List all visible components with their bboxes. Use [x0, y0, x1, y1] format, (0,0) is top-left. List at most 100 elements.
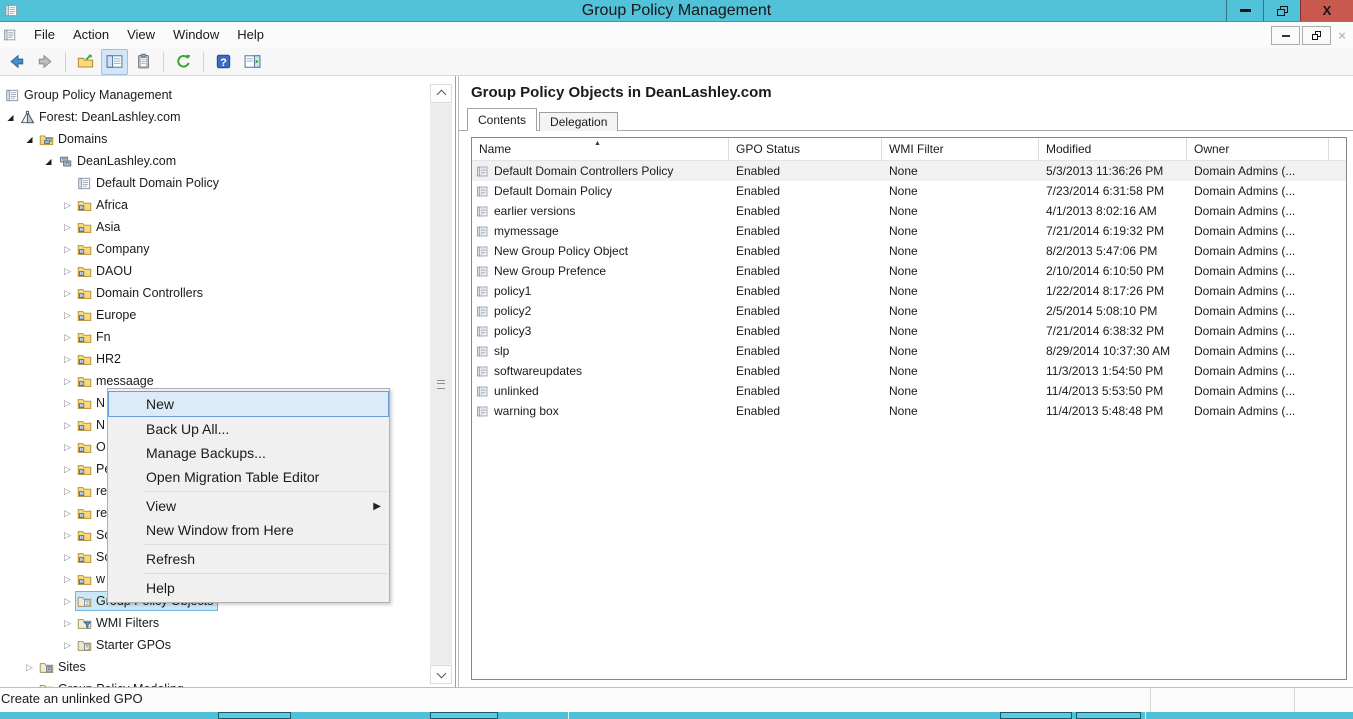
context-menu-item-new-window-from-here[interactable]: New Window from Here: [108, 518, 389, 542]
minimize-button[interactable]: [1226, 0, 1263, 21]
table-row[interactable]: warning boxEnabledNone11/4/2013 5:48:48 …: [472, 401, 1346, 421]
modified-cell: 11/3/2013 1:54:50 PM: [1039, 361, 1187, 381]
expander-collapsed-icon[interactable]: ▷: [60, 354, 75, 365]
expander-expanded-icon[interactable]: ◢: [22, 135, 37, 144]
expander-collapsed-icon[interactable]: ▷: [60, 464, 75, 475]
expander-collapsed-icon[interactable]: ▷: [60, 420, 75, 431]
taskbar-segment[interactable]: [430, 712, 498, 719]
expander-collapsed-icon[interactable]: ▷: [60, 618, 75, 629]
table-row[interactable]: policy1EnabledNone1/22/2014 8:17:26 PMDo…: [472, 281, 1346, 301]
child-close-button[interactable]: ×: [1333, 28, 1351, 43]
menu-action[interactable]: Action: [64, 23, 118, 47]
expander-collapsed-icon[interactable]: ▷: [60, 442, 75, 453]
context-menu-item-refresh[interactable]: Refresh: [108, 547, 389, 571]
tree-item-forest-deanlashley-com[interactable]: ◢Forest: DeanLashley.com: [0, 106, 425, 128]
child-restore-button[interactable]: [1302, 26, 1331, 45]
context-menu-item-help[interactable]: Help: [108, 576, 389, 600]
context-menu-item-view[interactable]: View▶: [108, 494, 389, 518]
table-row[interactable]: slpEnabledNone8/29/2014 10:37:30 AMDomai…: [472, 341, 1346, 361]
tree-item-asia[interactable]: ▷Asia: [0, 216, 425, 238]
restore-button[interactable]: [1263, 0, 1300, 21]
expander-expanded-icon[interactable]: ◢: [41, 157, 56, 166]
menu-view[interactable]: View: [118, 23, 164, 47]
expander-collapsed-icon[interactable]: ▷: [60, 222, 75, 233]
forward-button[interactable]: [32, 49, 59, 75]
close-button[interactable]: X: [1300, 0, 1353, 21]
tree-item-domains[interactable]: ◢Domains: [0, 128, 425, 150]
tree-item-sites[interactable]: ▷Sites: [0, 656, 425, 678]
context-menu-item-back-up-all[interactable]: Back Up All...: [108, 417, 389, 441]
tree-item-default-domain-policy[interactable]: Default Domain Policy: [0, 172, 425, 194]
tree-item-deanlashley-com[interactable]: ◢DeanLashley.com: [0, 150, 425, 172]
tree-item-company[interactable]: ▷Company: [0, 238, 425, 260]
expander-collapsed-icon[interactable]: ▷: [60, 640, 75, 651]
table-row[interactable]: mymessageEnabledNone7/21/2014 6:19:32 PM…: [472, 221, 1346, 241]
taskbar-segment[interactable]: [218, 712, 291, 719]
action-pane-button[interactable]: [239, 49, 266, 75]
export-button[interactable]: [72, 49, 99, 75]
refresh-button[interactable]: [170, 49, 197, 75]
expander-collapsed-icon[interactable]: ▷: [60, 596, 75, 607]
help-button[interactable]: [210, 49, 237, 75]
column-header-name[interactable]: Name▲: [472, 138, 729, 160]
expander-collapsed-icon[interactable]: ▷: [60, 486, 75, 497]
tree-item-group-policy-management[interactable]: Group Policy Management: [0, 84, 425, 106]
table-row[interactable]: Default Domain Controllers PolicyEnabled…: [472, 161, 1346, 181]
scrollbar-thumb[interactable]: [430, 104, 452, 664]
menu-window[interactable]: Window: [164, 23, 228, 47]
table-row[interactable]: earlier versionsEnabledNone4/1/2013 8:02…: [472, 201, 1346, 221]
tree-item-domain-controllers[interactable]: ▷Domain Controllers: [0, 282, 425, 304]
expander-collapsed-icon[interactable]: ▷: [60, 266, 75, 277]
tree-item-daou[interactable]: ▷DAOU: [0, 260, 425, 282]
column-header-owner[interactable]: Owner: [1187, 138, 1329, 160]
expander-collapsed-icon[interactable]: ▷: [60, 288, 75, 299]
table-row[interactable]: New Group Policy ObjectEnabledNone8/2/20…: [472, 241, 1346, 261]
tree-item-label: re: [96, 506, 107, 520]
scroll-up-button[interactable]: [430, 84, 452, 103]
tree-item-europe[interactable]: ▷Europe: [0, 304, 425, 326]
expander-collapsed-icon[interactable]: ▷: [60, 244, 75, 255]
expander-collapsed-icon[interactable]: ▷: [60, 376, 75, 387]
column-header-modified[interactable]: Modified: [1039, 138, 1187, 160]
tree-item-wmi-filters[interactable]: ▷WMI Filters: [0, 612, 425, 634]
tree-item-hr2[interactable]: ▷HR2: [0, 348, 425, 370]
tree-item-africa[interactable]: ▷Africa: [0, 194, 425, 216]
scroll-down-button[interactable]: [430, 665, 452, 684]
child-minimize-button[interactable]: [1271, 26, 1300, 45]
back-button[interactable]: [3, 49, 30, 75]
expander-collapsed-icon[interactable]: ▷: [60, 332, 75, 343]
tab-contents[interactable]: Contents: [467, 108, 537, 131]
menu-file[interactable]: File: [25, 23, 64, 47]
clipboard-button[interactable]: [130, 49, 157, 75]
status-text: Create an unlinked GPO: [1, 691, 143, 706]
taskbar-segment[interactable]: [1000, 712, 1072, 719]
table-row[interactable]: softwareupdatesEnabledNone11/3/2013 1:54…: [472, 361, 1346, 381]
expander-collapsed-icon[interactable]: ▷: [60, 530, 75, 541]
context-menu-item-new[interactable]: New: [108, 391, 389, 417]
expander-collapsed-icon[interactable]: ▷: [22, 662, 37, 673]
expander-collapsed-icon[interactable]: ▷: [60, 398, 75, 409]
column-header-wmi-filter[interactable]: WMI Filter: [882, 138, 1039, 160]
column-header-gpo-status[interactable]: GPO Status: [729, 138, 882, 160]
table-row[interactable]: policy3EnabledNone7/21/2014 6:38:32 PMDo…: [472, 321, 1346, 341]
expander-expanded-icon[interactable]: ◢: [3, 113, 18, 122]
tree-item-fn[interactable]: ▷Fn: [0, 326, 425, 348]
expander-collapsed-icon[interactable]: ▷: [60, 200, 75, 211]
table-row[interactable]: unlinkedEnabledNone11/4/2013 5:53:50 PMD…: [472, 381, 1346, 401]
menu-help[interactable]: Help: [228, 23, 273, 47]
context-menu-item-manage-backups[interactable]: Manage Backups...: [108, 441, 389, 465]
expander-collapsed-icon[interactable]: ▷: [60, 574, 75, 585]
tab-delegation[interactable]: Delegation: [539, 112, 618, 131]
tree-item-starter-gpos[interactable]: ▷Starter GPOs: [0, 634, 425, 656]
expander-collapsed-icon[interactable]: ▷: [60, 508, 75, 519]
context-menu-item-open-migration-table-editor[interactable]: Open Migration Table Editor: [108, 465, 389, 489]
tree-item-group-policy-modeling[interactable]: Group Policy Modeling: [0, 678, 425, 687]
tree-scrollbar[interactable]: [430, 84, 452, 684]
console-tree-button[interactable]: [101, 49, 128, 75]
expander-collapsed-icon[interactable]: ▷: [60, 310, 75, 321]
expander-collapsed-icon[interactable]: ▷: [60, 552, 75, 563]
table-row[interactable]: Default Domain PolicyEnabledNone7/23/201…: [472, 181, 1346, 201]
taskbar-segment[interactable]: [1076, 712, 1141, 719]
table-row[interactable]: New Group PrefenceEnabledNone2/10/2014 6…: [472, 261, 1346, 281]
table-row[interactable]: policy2EnabledNone2/5/2014 5:08:10 PMDom…: [472, 301, 1346, 321]
